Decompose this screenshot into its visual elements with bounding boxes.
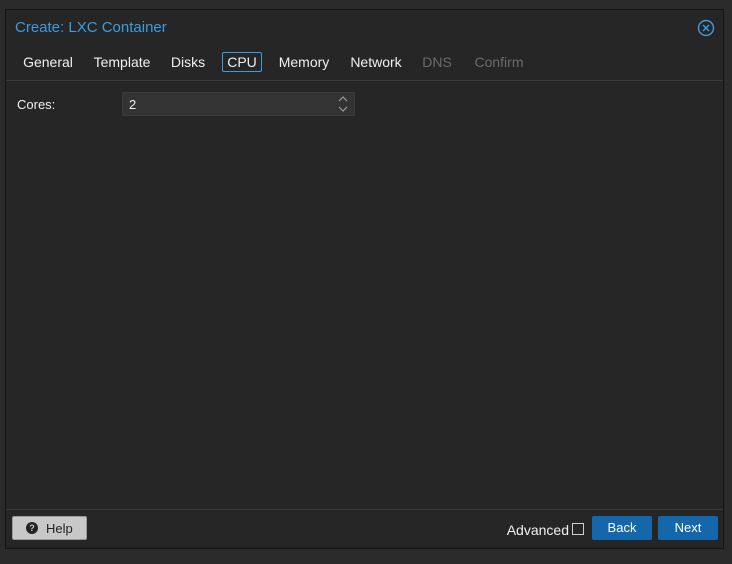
tab-general[interactable]: General	[19, 52, 77, 72]
question-circle-icon: ?	[26, 522, 38, 534]
close-circle-icon	[697, 19, 715, 37]
help-button-label: Help	[46, 521, 73, 536]
close-button[interactable]	[697, 19, 715, 37]
spinner-arrows[interactable]	[336, 95, 350, 113]
back-button[interactable]: Back	[592, 516, 652, 540]
dialog-title: Create: LXC Container	[15, 19, 167, 36]
tab-memory[interactable]: Memory	[274, 52, 334, 72]
dialog-footer: ? Help Advanced Back Next	[6, 509, 723, 548]
tab-cpu[interactable]: CPU	[222, 52, 262, 72]
cores-input[interactable]: 2	[129, 97, 136, 112]
help-button[interactable]: ? Help	[12, 516, 87, 540]
cores-label: Cores:	[17, 97, 56, 112]
tab-template[interactable]: Template	[91, 52, 153, 72]
tab-dns: DNS	[422, 54, 452, 70]
cores-spinner[interactable]: 2	[122, 92, 355, 116]
create-lxc-dialog: Create: LXC Container General Template D…	[5, 9, 724, 549]
next-button[interactable]: Next	[658, 516, 718, 540]
tab-network[interactable]: Network	[345, 52, 407, 72]
cpu-panel: Cores: 2	[6, 81, 723, 510]
wizard-tabs: General Template Disks CPU Memory Networ…	[6, 52, 723, 81]
tab-confirm: Confirm	[474, 54, 524, 70]
tab-disks[interactable]: Disks	[166, 52, 210, 72]
advanced-checkbox[interactable]	[572, 523, 584, 535]
spin-up-down-icon	[338, 96, 348, 112]
dialog-titlebar[interactable]: Create: LXC Container	[6, 10, 723, 48]
advanced-label: Advanced	[506, 522, 569, 538]
